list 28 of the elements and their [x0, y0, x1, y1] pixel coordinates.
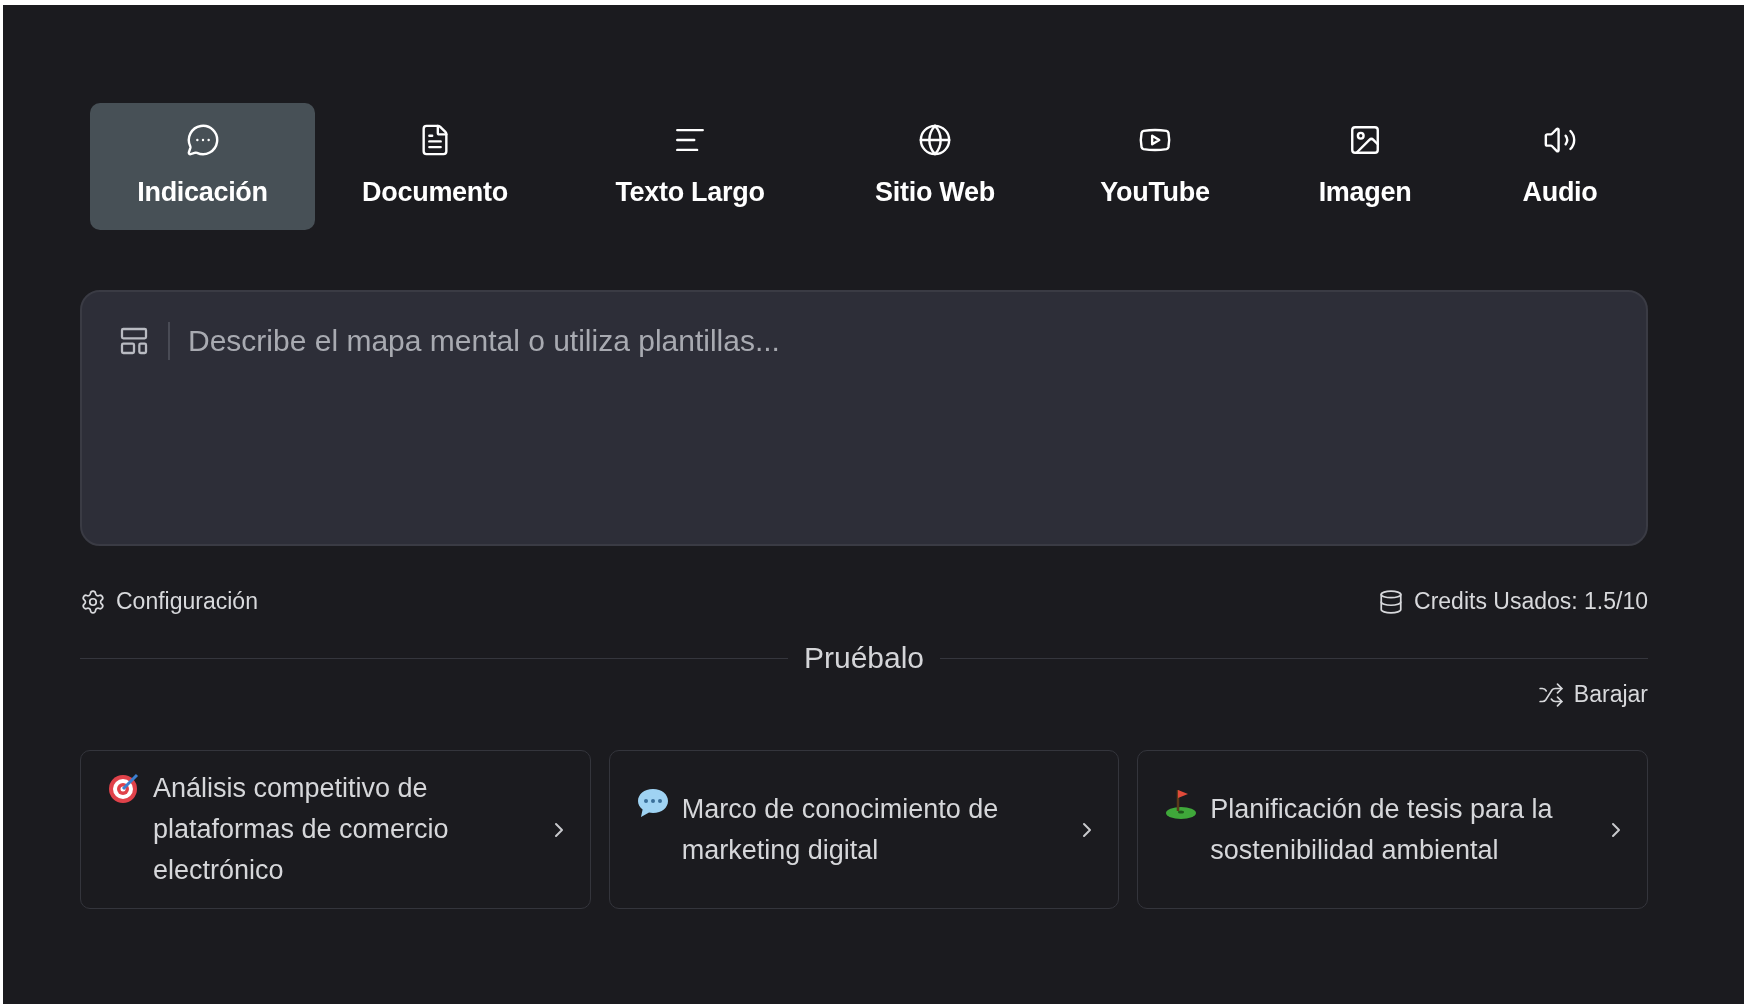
settings-link[interactable]: Configuración: [80, 588, 258, 615]
shuffle-link[interactable]: Barajar: [1537, 681, 1648, 708]
prompt-input-field[interactable]: Describe el mapa mental o utiliza plantillas...: [188, 322, 1610, 360]
suggestion-card[interactable]: Planificación de tesis para la sostenibilidad ambiental: [1137, 750, 1648, 909]
shuffle-icon: [1537, 681, 1564, 708]
speech-bubble-icon: [635, 787, 670, 819]
suggestion-card[interactable]: Análisis competitivo de plataformas de comercio electrónico: [80, 750, 591, 909]
mode-tab[interactable]: Indicación: [90, 103, 315, 230]
target-icon: [107, 771, 141, 805]
section-title: Pruébalo: [803, 641, 925, 675]
template-icon[interactable]: [118, 325, 150, 357]
chevron-right-icon: [1611, 821, 1621, 838]
credits-text: Credits Usados: 1.5/10: [1414, 588, 1648, 615]
image-icon: [1348, 123, 1382, 157]
mode-tab[interactable]: Imagen: [1265, 103, 1465, 230]
mode-tab[interactable]: Texto Largo: [555, 103, 825, 230]
mode-tab[interactable]: Sitio Web: [825, 103, 1045, 230]
mode-tab[interactable]: YouTube: [1045, 103, 1265, 230]
golf-flag-icon: [1164, 787, 1199, 819]
globe-icon: [918, 123, 952, 157]
mode-tab[interactable]: Documento: [315, 103, 555, 230]
chevron-right-icon: [553, 821, 564, 838]
settings-icon: [80, 588, 106, 615]
mode-tab[interactable]: Audio: [1465, 103, 1655, 230]
chevron-right-icon: [1082, 821, 1093, 838]
chat-icon: [185, 123, 220, 157]
database-icon: [1378, 588, 1405, 615]
suggestion-card[interactable]: Marco de conocimiento de marketing digital: [608, 750, 1120, 909]
